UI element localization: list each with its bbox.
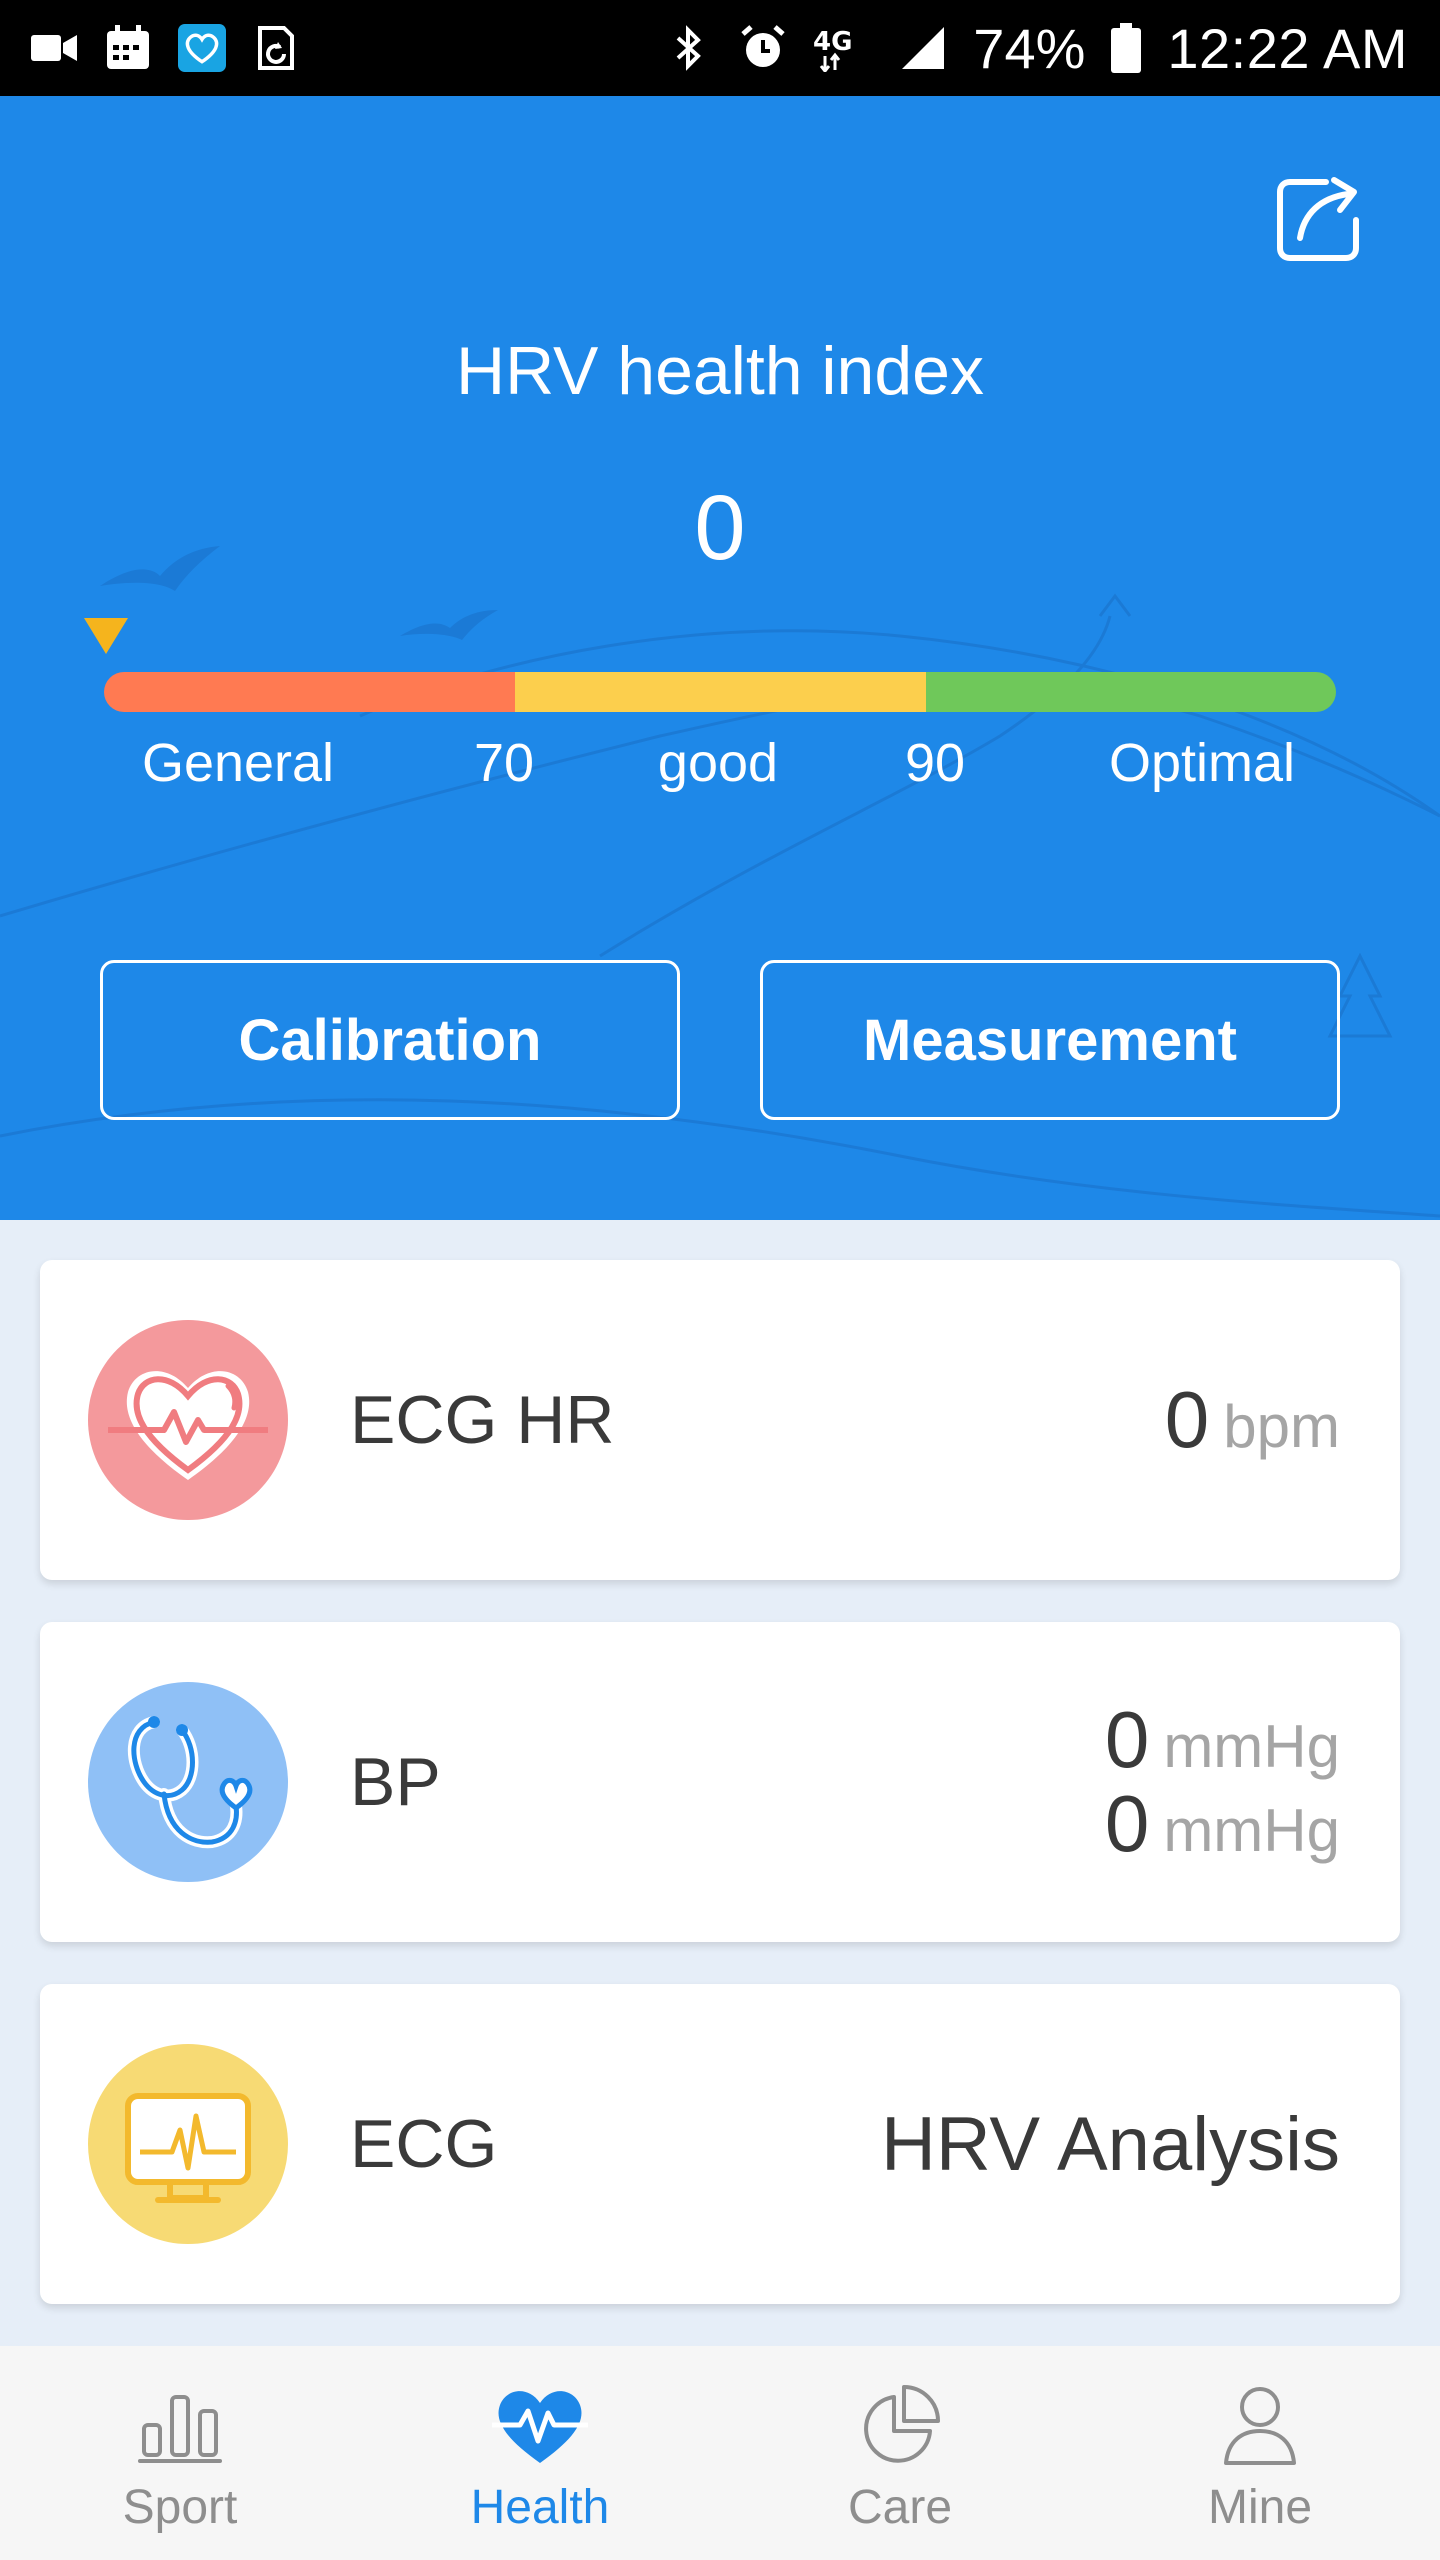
svg-text:4G: 4G bbox=[813, 27, 852, 57]
nav-item-care[interactable]: Care bbox=[720, 2346, 1080, 2560]
clock: 12:22 AM bbox=[1167, 16, 1408, 80]
bluetooth-icon bbox=[665, 24, 713, 72]
gauge-segment-good bbox=[515, 672, 926, 712]
hrv-gauge-bar bbox=[104, 672, 1336, 712]
nav-item-health[interactable]: Health bbox=[360, 2346, 720, 2560]
gauge-label-general: General bbox=[141, 733, 335, 793]
stethoscope-icon bbox=[88, 1682, 288, 1882]
bp-systolic-row: 0 mmHg bbox=[1105, 1698, 1340, 1782]
gauge-marker-icon bbox=[84, 618, 128, 654]
status-bar: 4G 74% 12:22 AM bbox=[0, 0, 1440, 96]
measurement-button[interactable]: Measurement bbox=[760, 960, 1340, 1120]
bottom-nav: Sport Health Care Mine bbox=[0, 2346, 1440, 2560]
battery-percent: 74% bbox=[973, 16, 1086, 80]
person-icon bbox=[1212, 2380, 1308, 2470]
ecg-hr-unit: bpm bbox=[1223, 1393, 1340, 1460]
nav-label-care: Care bbox=[847, 2481, 953, 2534]
ecg-hr-card[interactable]: ECG HR 0 bpm bbox=[40, 1260, 1400, 1580]
gauge-label-optimal: Optimal bbox=[1108, 733, 1296, 793]
nav-label-sport: Sport bbox=[122, 2481, 238, 2534]
bp-systolic-value: 0 bbox=[1104, 1695, 1150, 1784]
bp-label: BP bbox=[350, 1744, 441, 1820]
alarm-icon bbox=[739, 24, 787, 72]
gauge-label-good: good bbox=[657, 733, 779, 793]
hrv-title: HRV health index bbox=[456, 333, 984, 409]
ecg-monitor-icon bbox=[88, 2044, 288, 2244]
nav-label-mine: Mine bbox=[1207, 2481, 1313, 2534]
gauge-label-70: 70 bbox=[473, 733, 535, 793]
ecg-hr-value: 0 bbox=[1164, 1375, 1210, 1464]
bp-reading: 0 mmHg 0 mmHg bbox=[1105, 1622, 1340, 1942]
signal-icon bbox=[899, 24, 947, 72]
pie-chart-icon bbox=[852, 2380, 948, 2470]
share-button[interactable] bbox=[1270, 168, 1366, 264]
sync-icon bbox=[252, 24, 300, 72]
gauge-segment-optimal bbox=[925, 672, 1336, 712]
bp-diastolic-row: 0 mmHg bbox=[1105, 1782, 1340, 1866]
heart-app-icon bbox=[178, 24, 226, 72]
nav-item-sport[interactable]: Sport bbox=[0, 2346, 360, 2560]
nav-label-health: Health bbox=[470, 2481, 610, 2534]
gauge-label-90: 90 bbox=[904, 733, 966, 793]
hrv-analysis-link[interactable]: HRV Analysis bbox=[881, 2101, 1340, 2188]
hrv-hero-panel: HRV health index 0 General 70 good 90 Op… bbox=[0, 96, 1440, 1220]
heart-pulse-icon bbox=[492, 2380, 588, 2470]
gauge-segment-general bbox=[104, 672, 516, 712]
status-left bbox=[30, 24, 300, 72]
bar-chart-icon bbox=[132, 2380, 228, 2470]
ecg-hr-reading: 0 bpm bbox=[1165, 1260, 1340, 1580]
heart-pulse-icon bbox=[88, 1320, 288, 1520]
ecg-hr-row: 0 bpm bbox=[1165, 1378, 1340, 1462]
bp-diastolic-value: 0 bbox=[1104, 1779, 1150, 1868]
status-right: 4G 74% 12:22 AM bbox=[665, 16, 1408, 81]
bp-diastolic-unit: mmHg bbox=[1163, 1797, 1340, 1864]
bp-card[interactable]: BP 0 mmHg 0 mmHg bbox=[40, 1622, 1400, 1942]
battery-icon bbox=[1111, 23, 1142, 73]
hrv-value: 0 bbox=[694, 477, 746, 579]
ecg-label: ECG bbox=[350, 2106, 498, 2182]
nav-item-mine[interactable]: Mine bbox=[1080, 2346, 1440, 2560]
calendar-icon bbox=[104, 24, 152, 72]
share-icon bbox=[1277, 177, 1359, 261]
video-icon bbox=[30, 24, 78, 72]
calibration-button[interactable]: Calibration bbox=[100, 960, 680, 1120]
bp-systolic-unit: mmHg bbox=[1163, 1713, 1340, 1780]
ecg-right: HRV Analysis bbox=[881, 1984, 1340, 2304]
gauge-labels: General 70 good 90 Optimal bbox=[0, 732, 1440, 802]
ecg-hr-label: ECG HR bbox=[350, 1382, 615, 1458]
network-4g-icon: 4G bbox=[813, 24, 873, 72]
ecg-card[interactable]: ECG HRV Analysis bbox=[40, 1984, 1400, 2304]
